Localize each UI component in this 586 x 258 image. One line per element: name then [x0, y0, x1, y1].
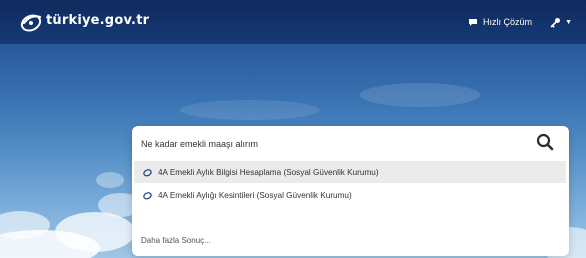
chevron-down-icon: ▼: [565, 18, 572, 26]
quick-solution-label: Hızlı Çözüm: [483, 17, 533, 27]
search-result-label: 4A Emekli Aylık Bilgisi Hesaplama (Sosya…: [158, 167, 379, 177]
edevlet-small-icon: [143, 191, 152, 199]
chat-icon: [469, 18, 478, 26]
search-result-label: 4A Emekli Aylığı Kesintileri (Sosyal Güv…: [158, 190, 352, 200]
search-icon[interactable]: [535, 132, 555, 152]
search-input[interactable]: [141, 135, 521, 153]
key-icon: [550, 17, 561, 28]
search-result-item[interactable]: 4A Emekli Aylık Bilgisi Hesaplama (Sosya…: [134, 161, 566, 183]
search-result-item[interactable]: 4A Emekli Aylığı Kesintileri (Sosyal Güv…: [134, 184, 566, 206]
search-panel: 4A Emekli Aylık Bilgisi Hesaplama (Sosya…: [132, 126, 569, 256]
logo-text: türkiye.gov.tr: [46, 12, 150, 28]
login-menu-button[interactable]: ▼: [550, 17, 572, 28]
site-logo[interactable]: türkiye.gov.tr: [20, 11, 149, 33]
edevlet-small-icon: [143, 168, 152, 176]
more-results-link[interactable]: Daha fazla Sonuç...: [141, 236, 211, 245]
quick-solution-button[interactable]: Hızlı Çözüm: [468, 17, 532, 27]
edevlet-logo-icon: [20, 14, 42, 32]
top-navigation-bar: türkiye.gov.tr Hızlı Çözüm ▼: [0, 0, 586, 44]
